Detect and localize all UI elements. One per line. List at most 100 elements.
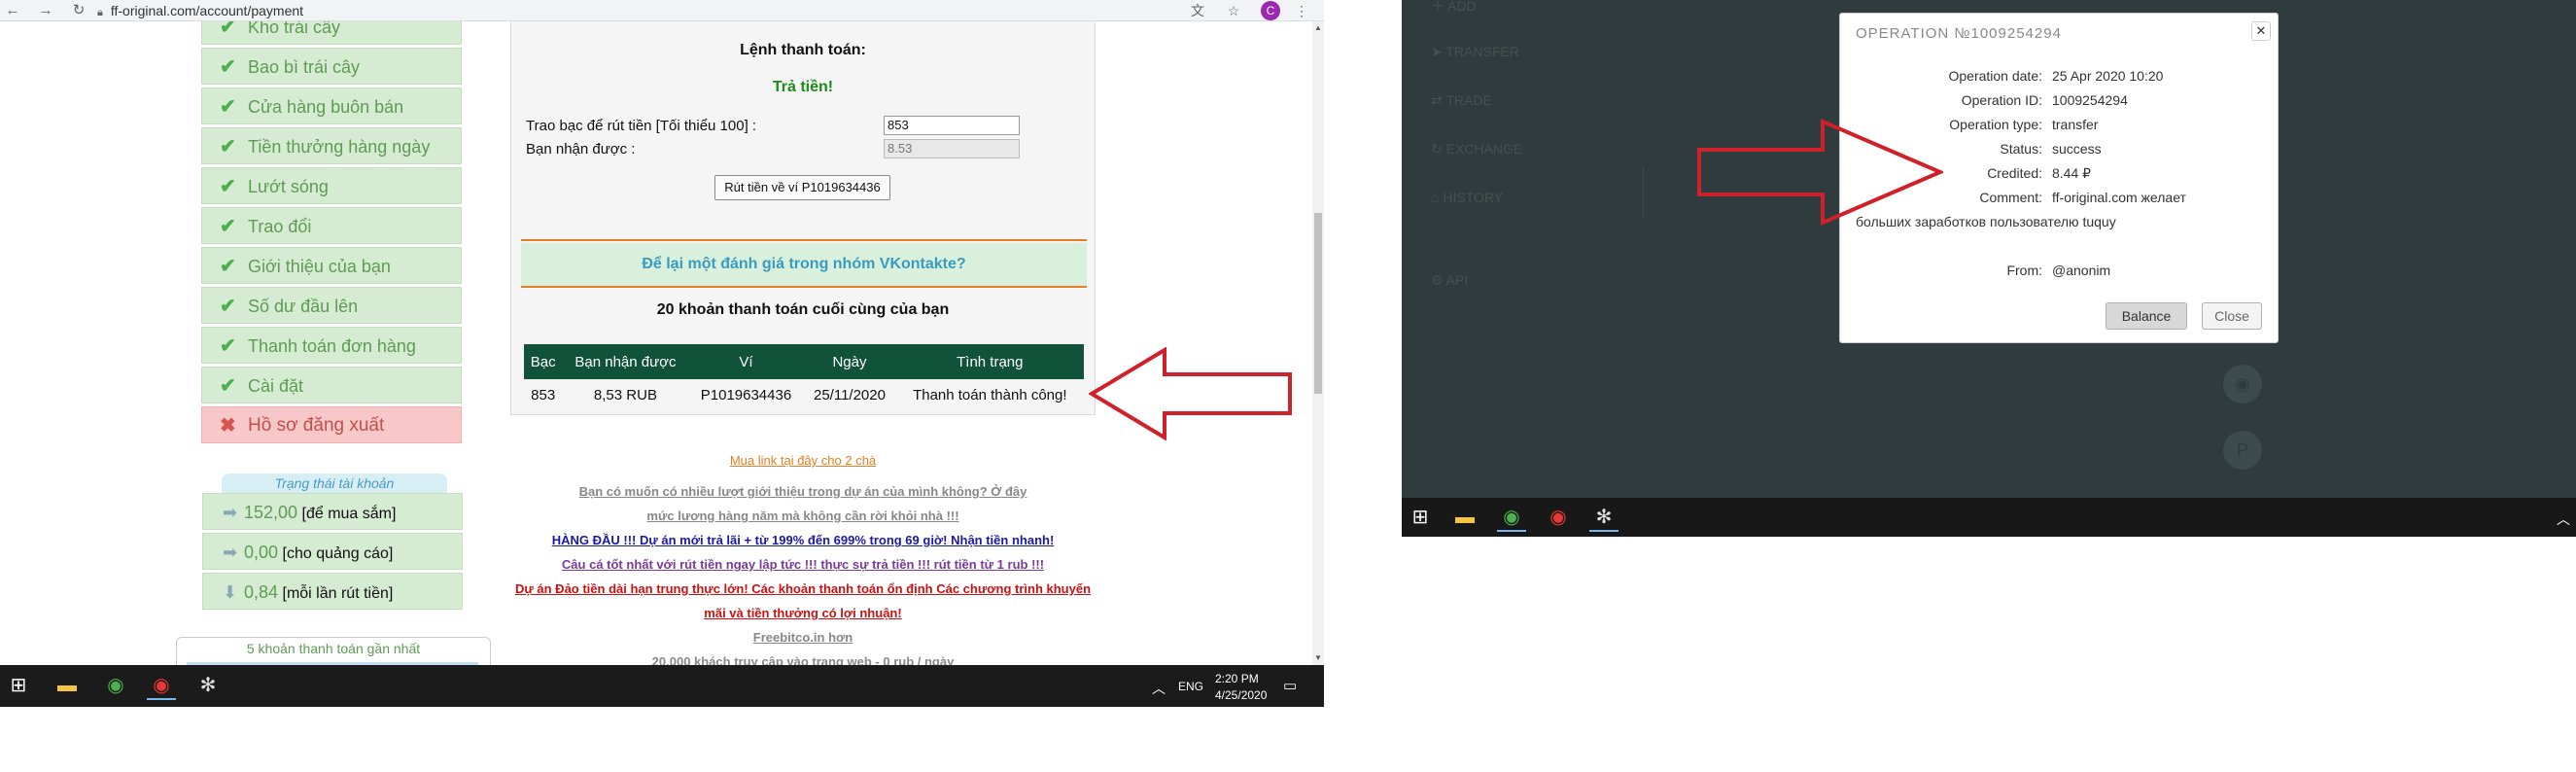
profile-avatar[interactable]: C	[1261, 1, 1280, 20]
tray-chevron-icon[interactable]: ︿	[1152, 679, 1166, 698]
account-row-shopping: ➡ 152,00 [để mua sắm]	[202, 493, 463, 530]
operation-id-value: 1009254294	[2052, 92, 2128, 108]
cross-icon: ✖	[220, 415, 236, 437]
chrome-green-icon[interactable]: ◉	[101, 671, 130, 700]
menu-dots-icon[interactable]: ⋮	[1293, 2, 1310, 19]
receive-label: Bạn nhận được :	[526, 141, 636, 158]
field-label: Operation ID:	[1961, 92, 2042, 108]
chrome-icon[interactable]: ◉	[147, 671, 176, 700]
menu-item-top-up[interactable]: ✔ Số dư đầu lên	[201, 287, 462, 324]
ad-link[interactable]: Dự án Đảo tiền dài hạn trung thực lớn! C…	[510, 581, 1096, 596]
chrome-green-icon[interactable]: ◉	[1497, 503, 1526, 532]
menu-item-wholesale[interactable]: ✔ Cửa hàng buôn bán	[201, 88, 462, 124]
check-icon: ✔	[220, 256, 236, 277]
vk-review-link[interactable]: Để lại một đánh giá trong nhóm VKontakte…	[521, 243, 1087, 286]
app-icon[interactable]: ✻	[193, 671, 223, 700]
reload-icon[interactable]: ↻	[70, 2, 87, 19]
ad-link[interactable]: HÀNG ĐẦU !!! Dự án mới trả lãi + từ 199%…	[510, 533, 1096, 547]
back-arrow-icon[interactable]: ←	[4, 2, 21, 19]
dim-payeer-icon: P	[2223, 431, 2262, 470]
tray-chevron-icon[interactable]: ︿	[2557, 509, 2570, 529]
menu-item-daily-bonus[interactable]: ✔ Tiền thưởng hàng ngày	[201, 127, 462, 164]
menu-item-exchange[interactable]: ✔ Trao đổi	[201, 207, 462, 244]
check-icon: ✔	[220, 56, 236, 78]
dim-nav-item: ⌂ HISTORY	[1431, 190, 1504, 205]
windows-start-icon[interactable]: ⊞	[1406, 503, 1435, 532]
ad-link[interactable]: Câu cá tốt nhất với rút tiền ngay lập tứ…	[510, 557, 1096, 572]
recent-payments-title: 5 khoản thanh toán gần nhất	[246, 641, 421, 656]
dim-nav-item: ↻ EXCHANGE	[1431, 141, 1523, 157]
account-status-title: Trạng thái tài khoản	[222, 474, 447, 493]
ad-link[interactable]: Freebitco.in hơn	[510, 630, 1096, 645]
dim-status-icon: ◉	[2223, 365, 2262, 404]
withdraw-button[interactable]: Rút tiền về ví P1019634436	[714, 175, 890, 200]
operation-date-value: 25 Apr 2020 10:20	[2052, 68, 2164, 84]
table-cell: Thanh toán thành công!	[913, 386, 1067, 404]
browser-toolbar: ← → ↻ 🔒︎ ff-original.com/account/payment …	[0, 0, 1324, 21]
close-button[interactable]: Close	[2202, 302, 2262, 330]
amount-input[interactable]: 853	[884, 116, 1020, 135]
translate-icon[interactable]: 文	[1189, 2, 1206, 19]
clock-time[interactable]: 2:20 PM	[1215, 672, 1259, 685]
scroll-down-icon[interactable]: ▼	[1312, 651, 1324, 665]
payment-panel: Lệnh thanh toán: Trả tiền! Trao bạc để r…	[510, 21, 1096, 415]
chrome-icon[interactable]: ◉	[1544, 503, 1573, 532]
address-bar[interactable]: 🔒︎ ff-original.com/account/payment	[97, 1, 1205, 20]
account-row-ads: ➡ 0,00 [cho quảng cáo]	[202, 533, 463, 570]
dialog-title: OPERATION №1009254294	[1856, 25, 2062, 42]
divider	[521, 286, 1087, 288]
menu-item-surfing[interactable]: ✔ Lướt sóng	[201, 167, 462, 204]
status-value: success	[2052, 141, 2102, 157]
menu-item-referrals[interactable]: ✔ Giới thiệu của bạn	[201, 247, 462, 284]
table-cell: 8,53 RUB	[593, 386, 657, 404]
clock-date[interactable]: 4/25/2020	[1215, 688, 1267, 702]
menu-item-fruit-store[interactable]: ✔ Kho trái cây	[201, 21, 462, 45]
field-label: Operation date:	[1948, 68, 2042, 84]
scroll-thumb[interactable]	[1314, 213, 1322, 394]
recent-payments-box: 5 khoản thanh toán gần nhất	[176, 637, 491, 665]
close-icon[interactable]: ✕	[2251, 21, 2271, 41]
ad-link[interactable]: Bạn có muốn có nhiều lượt giới thiệu tro…	[510, 484, 1096, 499]
ad-link[interactable]: Mua link tại đây cho 2 chà	[510, 453, 1096, 468]
windows-taskbar: ⊞ ▬ ◉ ◉ ✻ ︿	[1402, 498, 2576, 537]
ad-link[interactable]: mãi và tiền thưởng có lợi nhuận!	[510, 606, 1096, 620]
arrow-down-icon: ⬇	[223, 582, 238, 602]
comment-value: ff-original.com желает	[2052, 190, 2186, 205]
scroll-up-icon[interactable]: ▲	[1312, 21, 1324, 35]
check-icon: ✔	[220, 21, 236, 38]
arrow-right-icon: ➡	[223, 503, 238, 522]
browser-screenshot-left: ← → ↻ 🔒︎ ff-original.com/account/payment …	[0, 0, 1324, 707]
amount-label: Trao bạc để rút tiền [Tối thiểu 100] :	[526, 118, 757, 134]
menu-item-settings[interactable]: ✔ Cài đặt	[201, 367, 462, 404]
windows-start-icon[interactable]: ⊞	[4, 671, 33, 700]
app-icon[interactable]: ✻	[1589, 503, 1619, 532]
windows-taskbar: ⊞ ▬ ◉ ◉ ✻ ︿ ENG 2:20 PM 4/25/2020 ▭	[0, 665, 1324, 707]
column-header: Tình trạng	[895, 344, 1084, 379]
forward-arrow-icon[interactable]: →	[37, 2, 54, 19]
wallet-screenshot-right: ＋ ADD ➤ TRANSFER ⇄ TRADE ↻ EXCHANGE ⌂ HI…	[1402, 0, 2576, 537]
payment-subtitle: Trả tiền!	[772, 79, 834, 95]
check-icon: ✔	[220, 96, 236, 118]
payment-title: Lệnh thanh toán:	[740, 42, 866, 58]
column-header: Ngày	[803, 344, 896, 379]
table-cell: 853	[531, 386, 556, 404]
red-arrow-annotation	[1697, 119, 1943, 226]
red-arrow-annotation	[1089, 347, 1292, 440]
language-indicator[interactable]: ENG	[1178, 680, 1203, 693]
file-explorer-icon[interactable]: ▬	[1450, 503, 1479, 532]
ad-link[interactable]: 20.000 khách truy cập vào trang web - 0 …	[510, 654, 1096, 665]
balance-button[interactable]: Balance	[2106, 302, 2187, 330]
notification-icon[interactable]: ▭	[1283, 677, 1297, 694]
history-table: Bạc Bạn nhận được Ví Ngày Tình trạng 853…	[524, 344, 1084, 410]
column-header: Ví	[688, 344, 804, 379]
account-row-withdraw: ⬇ 0,84 [mỗi lần rút tiền]	[202, 573, 463, 610]
column-header: Bạc	[524, 344, 563, 379]
page-scrollbar[interactable]: ▲ ▼	[1312, 21, 1324, 665]
ad-link[interactable]: mức lương hàng năm mà không cần rời khỏi…	[510, 509, 1096, 523]
file-explorer-icon[interactable]: ▬	[52, 671, 82, 700]
bookmark-star-icon[interactable]: ☆	[1225, 2, 1242, 19]
menu-item-payment-order[interactable]: ✔ Thanh toán đơn hàng	[201, 327, 462, 364]
menu-item-fruit-packaging[interactable]: ✔ Bao bì trái cây	[201, 48, 462, 85]
lock-icon: 🔒︎	[97, 7, 103, 18]
menu-item-logout[interactable]: ✖ Hồ sơ đăng xuất	[201, 406, 462, 443]
